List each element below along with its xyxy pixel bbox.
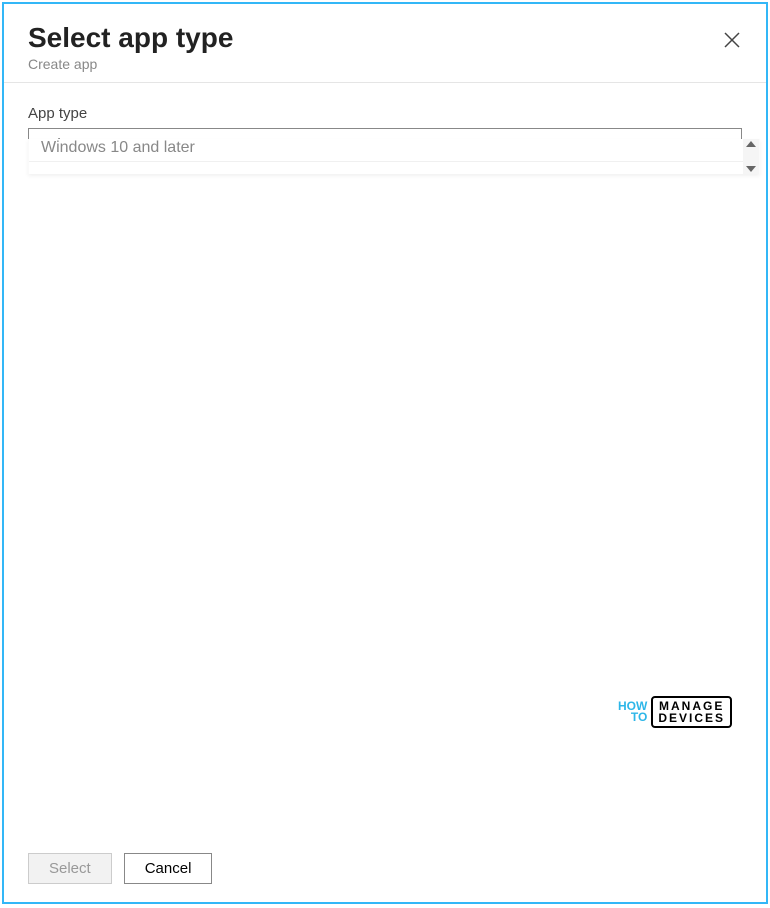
close-button[interactable] [718, 26, 746, 54]
select-button[interactable]: Select [28, 853, 112, 884]
watermark-box: MANAGE DEVICES [651, 696, 732, 728]
cancel-button[interactable]: Cancel [124, 853, 213, 884]
dropdown-list: Windows 10 and later macOS Microsoft Def… [29, 139, 743, 174]
close-icon [723, 31, 741, 49]
app-type-dropdown: Windows 10 and later macOS Microsoft Def… [28, 139, 760, 174]
dropdown-item-cutoff[interactable]: Windows 10 and later [29, 139, 743, 162]
watermark: HOW TO MANAGE DEVICES [618, 696, 732, 728]
panel-frame: Select app type Create app App type Sele… [2, 2, 768, 904]
page-subtitle: Create app [28, 56, 742, 72]
page-title: Select app type [28, 22, 742, 54]
scroll-track[interactable] [743, 147, 759, 166]
dropdown-item[interactable]: macOS [29, 162, 743, 174]
app-type-label: App type [28, 105, 742, 122]
panel-body: App type Select app type Windows 10 and … [4, 83, 766, 160]
dropdown-scrollbar[interactable] [743, 139, 759, 174]
panel-header: Select app type Create app [4, 4, 766, 83]
watermark-howto: HOW TO [618, 701, 647, 723]
scroll-down-arrow[interactable] [746, 166, 756, 172]
panel-footer: Select Cancel [28, 853, 212, 884]
